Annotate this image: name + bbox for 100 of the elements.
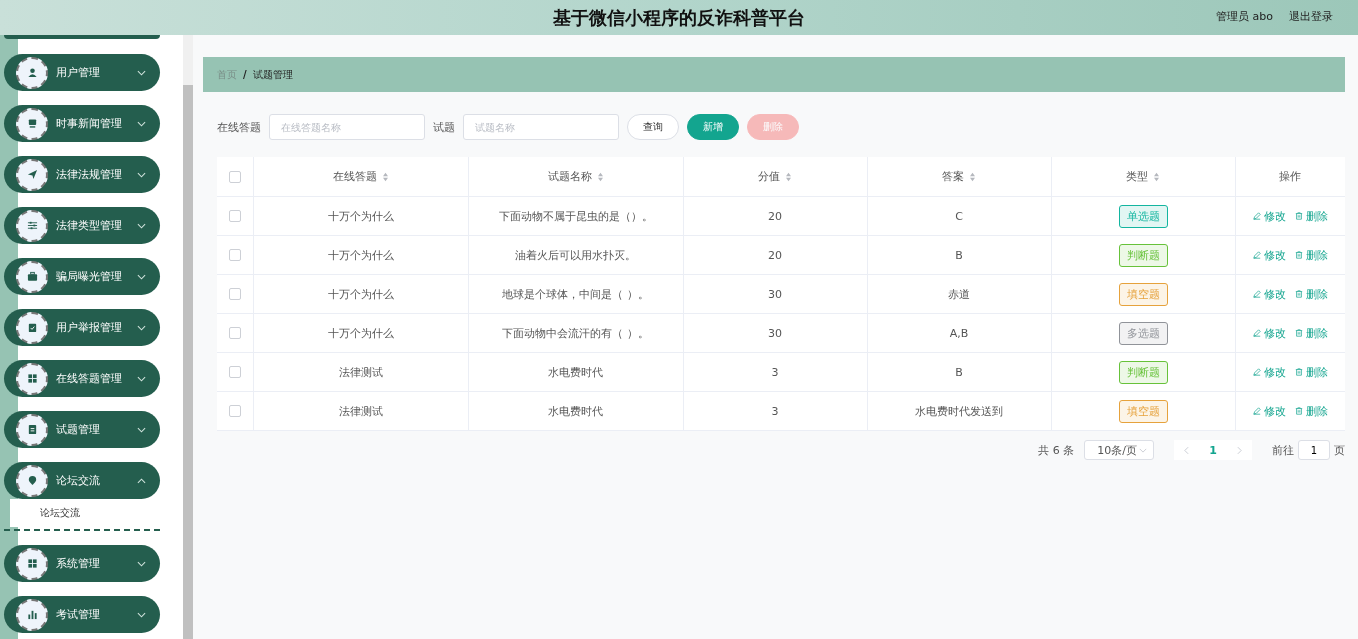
table-cell: 十万个为什么 (327, 208, 394, 224)
user-label: 管理员 abo (1216, 9, 1273, 24)
menu-item[interactable]: 用户举报管理 (4, 309, 160, 346)
menu-item[interactable]: 法律类型管理 (4, 207, 160, 244)
table-cell: 法律测试 (338, 364, 383, 380)
checkbox[interactable] (228, 210, 241, 222)
type-tag: 单选题 (1118, 204, 1168, 228)
checkbox[interactable] (228, 288, 241, 300)
trash-icon (1294, 290, 1303, 298)
table-cell: C (955, 209, 963, 223)
type-tag: 填空题 (1118, 399, 1168, 423)
sort-icon[interactable] (596, 171, 604, 182)
table-cell: 法律测试 (338, 403, 383, 419)
menu-item[interactable]: 在线答题管理 (4, 360, 160, 397)
type-tag: 判断题 (1118, 243, 1168, 267)
chevron-icon (137, 324, 146, 331)
table-cell: 下面动物中会流汗的有（ ）。 (502, 325, 649, 341)
clipboard-check-icon (16, 311, 48, 344)
chevron-icon (137, 477, 146, 484)
table-cell: 十万个为什么 (327, 247, 394, 263)
user-icon (16, 56, 48, 89)
document-icon (16, 413, 48, 446)
menu-item[interactable]: 用户管理 (4, 54, 160, 91)
previous-icon[interactable] (1184, 445, 1190, 455)
table-cell: 十万个为什么 (327, 286, 394, 302)
menu-item[interactable]: 法律法规管理 (4, 156, 160, 193)
monitor-icon (16, 107, 48, 140)
chevron-icon (1139, 447, 1148, 453)
sliders-icon (16, 209, 48, 242)
trash-icon (1294, 368, 1303, 376)
column-header: 操作 (1279, 169, 1302, 184)
chevron-icon (137, 375, 146, 382)
checkbox[interactable] (228, 366, 241, 378)
table-cell: 十万个为什么 (327, 325, 394, 341)
checkbox[interactable] (228, 405, 241, 417)
site-title: 基于微信小程序的反诈科普平台 (553, 5, 805, 30)
scrollbar[interactable] (183, 35, 193, 639)
menu-item[interactable] (4, 35, 160, 39)
search-field[interactable]: 在线答题名称 (269, 114, 425, 140)
sort-icon[interactable] (1153, 171, 1161, 182)
pencil-icon (1252, 251, 1261, 259)
page-size-select[interactable]: 10条/页 (1084, 440, 1155, 460)
chevron-icon (137, 560, 146, 567)
grid-icon (16, 362, 48, 395)
chart-icon (16, 598, 48, 631)
column-header: 答案 (942, 169, 965, 184)
menu-item[interactable]: 时事新闻管理 (4, 105, 160, 142)
logout-link[interactable]: 退出登录 (1289, 9, 1333, 24)
table-cell: 水电费时代 (548, 364, 604, 380)
table-cell: 赤道 (948, 286, 971, 302)
table-cell: 20 (768, 248, 783, 262)
trash-icon (1294, 251, 1303, 259)
chevron-icon (137, 426, 146, 433)
goto-label: 前往 (1272, 442, 1294, 458)
pencil-icon (1252, 212, 1261, 220)
table-cell: 30 (768, 326, 783, 340)
page-input[interactable]: 1 (1298, 440, 1330, 460)
menu-item[interactable]: 系统管理 (4, 545, 160, 582)
column-header: 在线答题 (332, 169, 377, 184)
table-cell: 地球是个球体，中间是（ ）。 (502, 286, 649, 302)
grid-icon (16, 547, 48, 580)
page-suffix: 页 (1334, 442, 1345, 458)
total-count: 共 6 条 (1038, 442, 1075, 458)
column-header: 分值 (758, 169, 781, 184)
query-button[interactable]: 查询 (627, 114, 679, 140)
search-field[interactable]: 试题名称 (463, 114, 619, 140)
breadcrumb-separator: / (243, 69, 247, 80)
type-tag: 判断题 (1118, 360, 1168, 384)
checkbox[interactable] (228, 170, 241, 183)
chevron-icon (137, 120, 146, 127)
checkbox[interactable] (228, 327, 241, 339)
pencil-icon (1252, 290, 1261, 298)
trash-icon (1294, 407, 1303, 415)
table-cell: A,B (949, 326, 969, 340)
table-cell: 20 (768, 209, 783, 223)
table-cell: 3 (771, 365, 779, 379)
sort-icon[interactable] (969, 171, 977, 182)
table-cell: 30 (768, 287, 783, 301)
breadcrumb-item: 试题管理 (252, 67, 293, 82)
menu-item[interactable]: 论坛交流 (4, 462, 160, 499)
table-cell: 3 (771, 404, 779, 418)
pin-icon (16, 464, 48, 497)
type-tag: 多选题 (1118, 321, 1168, 345)
menu-item[interactable]: 骗局曝光管理 (4, 258, 160, 295)
checkbox[interactable] (228, 249, 241, 261)
table-cell: 水电费时代 (548, 403, 604, 419)
type-tag: 填空题 (1118, 282, 1168, 306)
table-cell: B (955, 248, 963, 262)
table-cell: 水电费时代发送到 (915, 403, 1004, 419)
menu-item[interactable]: 试题管理 (4, 411, 160, 448)
sort-icon[interactable] (381, 171, 389, 182)
trash-icon (1294, 329, 1303, 337)
menu-item[interactable]: 考试管理 (4, 596, 160, 633)
next-icon[interactable] (1237, 445, 1242, 455)
chevron-icon (137, 171, 146, 178)
sort-icon[interactable] (785, 171, 793, 182)
table-cell: 油着火后可以用水扑灭。 (515, 247, 637, 263)
table-cell: B (955, 365, 963, 379)
trash-icon (1294, 212, 1303, 220)
pencil-icon (1252, 407, 1261, 415)
